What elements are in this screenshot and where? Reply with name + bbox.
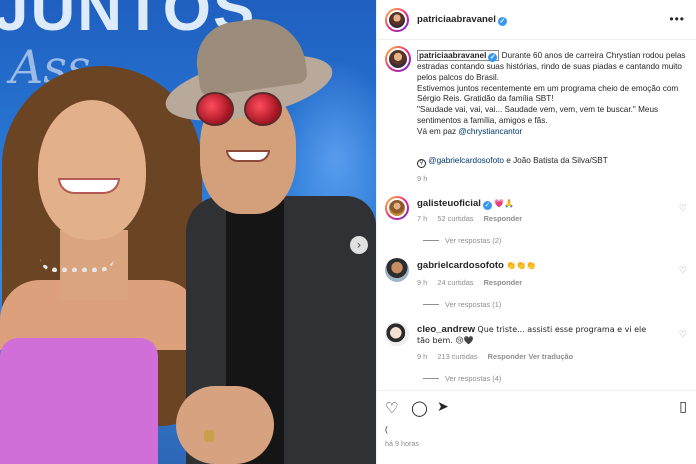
caption-timestamp: 9 h: [417, 174, 428, 183]
comment-meta: 9 h 213 curtidas Responder Ver tradução: [417, 352, 573, 361]
caption-author-avatar[interactable]: [385, 46, 411, 72]
commenter-avatar[interactable]: [385, 322, 409, 346]
comment-meta: 9 h 24 curtidas Responder: [417, 278, 522, 287]
like-comment-heart-icon[interactable]: ♡: [679, 204, 687, 214]
caption-line-4: Vá em paz: [417, 126, 459, 136]
like-comment-heart-icon[interactable]: ♡: [679, 330, 687, 340]
holding-hands: [176, 386, 274, 464]
credit-text: e João Batista da Silva/SBT: [503, 156, 608, 165]
more-options-icon[interactable]: •••: [669, 12, 685, 26]
view-replies-button[interactable]: Ver respostas (2): [423, 236, 501, 245]
commenter-avatar[interactable]: [385, 196, 409, 220]
view-replies-label[interactable]: Ver respostas (4): [445, 374, 501, 383]
comment-time: 9 h: [417, 278, 428, 287]
necklace: [40, 258, 114, 272]
post-actions-bar: ♡ ◯ ➤ ▯ ( há 9 horas: [377, 390, 696, 464]
woman-smile: [58, 178, 120, 194]
comment-body: 💗🙏: [494, 199, 515, 208]
author-username-text[interactable]: patriciaabravanel: [417, 14, 496, 25]
post-header: patriciaabravanel ✓ •••: [377, 0, 696, 40]
caption-line-3: "Saudade vai, vai, vai... Saudade vem, v…: [417, 105, 659, 125]
comment-text: galisteuoficial ✓ 💗🙏: [417, 198, 657, 210]
caption-text: patriciaabravanel ✓ Durante 60 anos de ca…: [417, 50, 689, 138]
carousel-next-button[interactable]: ›: [350, 236, 368, 254]
replies-dash: [423, 304, 439, 305]
comment-text: gabrielcardosofoto 👏👏👏: [417, 260, 657, 272]
photographer-mention[interactable]: @gabrielcardosofoto: [428, 156, 504, 165]
like-heart-icon[interactable]: ♡: [385, 399, 398, 417]
replies-dash: [423, 378, 439, 379]
reply-button[interactable]: Responder: [484, 278, 523, 287]
comment-meta: 7 h 52 curtidas Responder: [417, 214, 522, 223]
save-bookmark-icon[interactable]: ▯: [679, 399, 687, 415]
post-image[interactable]: JUNTOS Ass ›: [0, 0, 376, 464]
verified-badge-icon: ✓: [482, 201, 492, 210]
ring: [204, 430, 214, 442]
photo-credit: ⚲ @gabrielcardosofoto e João Batista da …: [417, 156, 608, 168]
replies-dash: [423, 240, 439, 241]
commenter-avatar[interactable]: [385, 258, 409, 282]
verified-badge-icon: ✓: [497, 17, 507, 26]
comment-likes[interactable]: 24 curtidas: [437, 278, 473, 287]
view-replies-button[interactable]: Ver respostas (4): [423, 374, 501, 383]
comment-bubble-icon[interactable]: ◯: [411, 399, 428, 417]
caption-line-2: Estivemos juntos recentemente em um prog…: [417, 83, 679, 104]
post-timestamp: há 9 horas: [385, 439, 419, 448]
author-username[interactable]: patriciaabravanel ✓: [417, 14, 507, 26]
pink-dress: [0, 338, 158, 464]
comment-time: 7 h: [417, 214, 428, 223]
tag-icon: ⚲: [417, 159, 426, 168]
author-avatar[interactable]: [385, 8, 409, 32]
post-side-panel: patriciaabravanel ✓ ••• patriciaabravanel…: [376, 0, 696, 464]
share-send-icon[interactable]: ➤: [437, 399, 449, 415]
comment-text: cleo_andrew Que triste... assisti esse p…: [417, 324, 657, 347]
verified-badge-icon: ✓: [488, 53, 498, 62]
reply-button[interactable]: Responder: [488, 352, 527, 361]
translate-button[interactable]: Ver tradução: [528, 352, 573, 361]
likes-summary[interactable]: (: [385, 425, 388, 434]
view-replies-label[interactable]: Ver respostas (2): [445, 236, 501, 245]
comment-likes[interactable]: 52 curtidas: [437, 214, 473, 223]
red-glasses-left-lens: [196, 92, 234, 126]
caption-username[interactable]: patriciaabravanel ✓: [417, 50, 500, 62]
red-glasses-right-lens: [244, 92, 282, 126]
view-replies-button[interactable]: Ver respostas (1): [423, 300, 501, 309]
comment-time: 9 h: [417, 352, 428, 361]
view-replies-label[interactable]: Ver respostas (1): [445, 300, 501, 309]
comment-body: 👏👏👏: [506, 261, 537, 270]
commenter-username[interactable]: cleo_andrew: [417, 324, 475, 335]
comment-likes[interactable]: 213 curtidas: [437, 352, 477, 361]
like-comment-heart-icon[interactable]: ♡: [679, 266, 687, 276]
woman-face: [38, 100, 146, 240]
man-smile: [226, 150, 270, 162]
mention-link[interactable]: @chrystiancantor: [458, 127, 522, 136]
commenter-username[interactable]: gabrielcardosofoto: [417, 260, 504, 271]
commenter-username[interactable]: galisteuoficial: [417, 198, 481, 209]
reply-button[interactable]: Responder: [484, 214, 523, 223]
